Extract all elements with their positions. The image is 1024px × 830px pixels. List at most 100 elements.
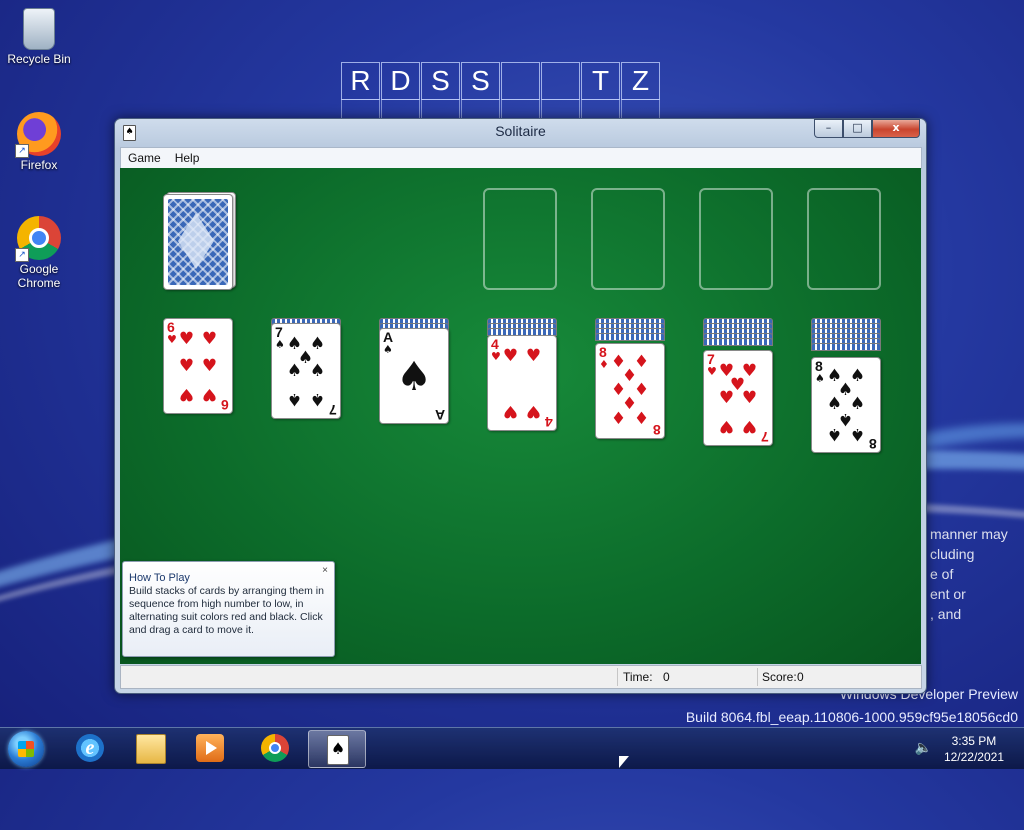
taskbar-chrome[interactable] [247, 730, 303, 766]
diamond-icon: ♦ [633, 409, 650, 429]
firefox-icon: ↗ [15, 112, 61, 158]
card-pips: ♥ ♥ ♥ ♥ ♥ ♥ [176, 329, 220, 405]
crossword-cell: D [381, 62, 420, 100]
tableau-card-8-spades[interactable]: 8 ♠ ♠ ♠ ♠ ♠ ♠ ♠ ♠ ♠ 8 [811, 357, 881, 453]
close-tip-button[interactable]: × [322, 565, 328, 576]
chrome-icon: ↗ [15, 216, 61, 262]
heart-icon: ♥ [201, 356, 218, 376]
taskbar-media-player[interactable] [182, 730, 238, 766]
spade-icon: ♠ [286, 361, 303, 381]
heart-icon: ♥ [502, 346, 519, 366]
tableau-card-6-hearts[interactable]: 6 ♥ ♥ ♥ ♥ ♥ ♥ ♥ 6 [163, 318, 233, 414]
solitaire-icon: ♠ [327, 735, 349, 765]
tableau-card-ace-spades[interactable]: A ♠ ♠ A [379, 328, 449, 424]
foundation-slot[interactable] [483, 188, 557, 290]
spade-icon: ♠ [383, 343, 393, 356]
close-button[interactable]: x [872, 119, 920, 138]
taskbar-file-explorer[interactable] [122, 730, 178, 766]
time-value: 0 [663, 670, 670, 684]
card-rank: 8 [815, 358, 823, 374]
heart-icon: ♥ [718, 388, 735, 408]
face-down-card [811, 343, 881, 351]
card-pips: ♠ ♠ ♠ ♠ ♠ ♠ ♠ [284, 334, 328, 410]
minimize-button[interactable]: – [814, 119, 843, 138]
spade-icon: ♠ [849, 424, 866, 444]
crossword-cell: S [421, 62, 460, 100]
crossword-cell: S [461, 62, 500, 100]
system-clock[interactable]: 3:35 PM 12/22/2021 [944, 733, 1004, 765]
spade-icon: ♠ [396, 354, 432, 400]
taskbar: e ♠ 🔈 3:35 PM 12/22/2021 [0, 727, 1024, 769]
card-rank: 6 [221, 397, 229, 413]
foundation-slot[interactable] [699, 188, 773, 290]
heart-icon: ♥ [178, 329, 195, 349]
desktop-icon-label: Google Chrome [17, 262, 61, 290]
background-text: cluding [930, 546, 975, 562]
card-rank: A [434, 407, 445, 423]
card-rank: 7 [329, 402, 337, 418]
shortcut-arrow-icon: ↗ [15, 144, 29, 158]
face-down-card [595, 333, 665, 341]
tableau-card-8-diamonds[interactable]: 8 ♦ ♦ ♦ ♦ ♦ ♦ ♦ ♦ ♦ 8 [595, 343, 665, 439]
card-rank: 6 [167, 319, 175, 335]
shortcut-arrow-icon: ↗ [15, 248, 29, 262]
heart-icon: ♥ [178, 384, 195, 404]
recycle-bin-icon [23, 8, 55, 50]
spade-icon: ♠ [826, 424, 843, 444]
taskbar-solitaire[interactable]: ♠ [308, 730, 366, 768]
taskbar-internet-explorer[interactable]: e [62, 730, 118, 766]
heart-icon: ♥ [741, 416, 758, 436]
menu-help[interactable]: Help [168, 148, 207, 168]
crossword-cell: R [341, 62, 380, 100]
how-to-play-body: Build stacks of cards by arranging them … [129, 585, 324, 636]
tableau-card-7-spades[interactable]: 7 ♠ ♠ ♠ ♠ ♠ ♠ ♠ ♠ 7 [271, 323, 341, 419]
heart-icon: ♥ [201, 329, 218, 349]
clock-time: 3:35 PM [951, 734, 997, 748]
heart-icon: ♥ [718, 416, 735, 436]
menu-game[interactable]: Game [121, 148, 168, 168]
card-rank: A [383, 329, 394, 345]
crossword-cell [541, 62, 580, 100]
how-to-play-title: How To Play [129, 572, 190, 584]
card-rank: 8 [599, 344, 607, 360]
diamond-icon: ♦ [610, 409, 627, 429]
background-crossword: R D S S T Z [341, 62, 661, 100]
crossword-cell: T [581, 62, 620, 100]
menu-bar: Game Help [120, 147, 922, 169]
tableau-card-4-hearts[interactable]: 4 ♥ ♥ ♥ ♥ ♥ 4 [487, 335, 557, 431]
desktop-icon-firefox[interactable]: ↗ Firefox [4, 112, 74, 172]
foundation-slot[interactable] [807, 188, 881, 290]
file-explorer-icon [136, 734, 166, 764]
window-title: Solitaire [495, 123, 546, 139]
card-rank: 8 [653, 422, 661, 438]
desktop-icon-label: Firefox [20, 158, 58, 172]
volume-icon[interactable]: 🔈 [915, 740, 932, 756]
chrome-icon [261, 734, 289, 762]
card-rank: 8 [869, 436, 877, 452]
card-pips: ♠ ♠ ♠ ♠ ♠ ♠ ♠ ♠ [824, 368, 868, 445]
start-button[interactable] [8, 731, 44, 767]
card-rank: 4 [491, 336, 499, 352]
maximize-button[interactable]: □ [843, 119, 872, 138]
heart-icon: ♥ [502, 401, 519, 421]
background-text: , and [930, 606, 962, 622]
card-rank: 4 [545, 414, 553, 430]
desktop-icon-recycle-bin[interactable]: Recycle Bin [4, 8, 74, 66]
mouse-cursor [619, 756, 629, 768]
desktop-icon-chrome[interactable]: ↗ Google Chrome [4, 216, 74, 290]
time-label: Time: [623, 670, 653, 684]
title-bar[interactable]: ♠ Solitaire – □ x [115, 119, 926, 147]
card-pips: ♦ ♦ ♦ ♦ ♦ ♦ ♦ ♦ [608, 354, 652, 428]
heart-icon: ♥ [201, 384, 218, 404]
internet-explorer-icon: e [76, 734, 104, 762]
background-text: e of [930, 566, 954, 582]
how-to-play-tip: × How To Play Build stacks of cards by a… [122, 561, 335, 657]
card-pips: ♥ ♥ ♥ ♥ ♥ ♥ ♥ [716, 361, 760, 437]
tableau-card-7-hearts[interactable]: 7 ♥ ♥ ♥ ♥ ♥ ♥ ♥ ♥ 7 [703, 350, 773, 446]
foundation-slot[interactable] [591, 188, 665, 290]
stock-pile[interactable] [163, 194, 233, 290]
heart-icon: ♥ [741, 388, 758, 408]
window-controls: – □ x [814, 119, 920, 138]
build-string: Build 8064.fbl_eeap.110806-1000.959cf95e… [685, 709, 1018, 725]
clock-date: 12/22/2021 [943, 750, 1004, 764]
